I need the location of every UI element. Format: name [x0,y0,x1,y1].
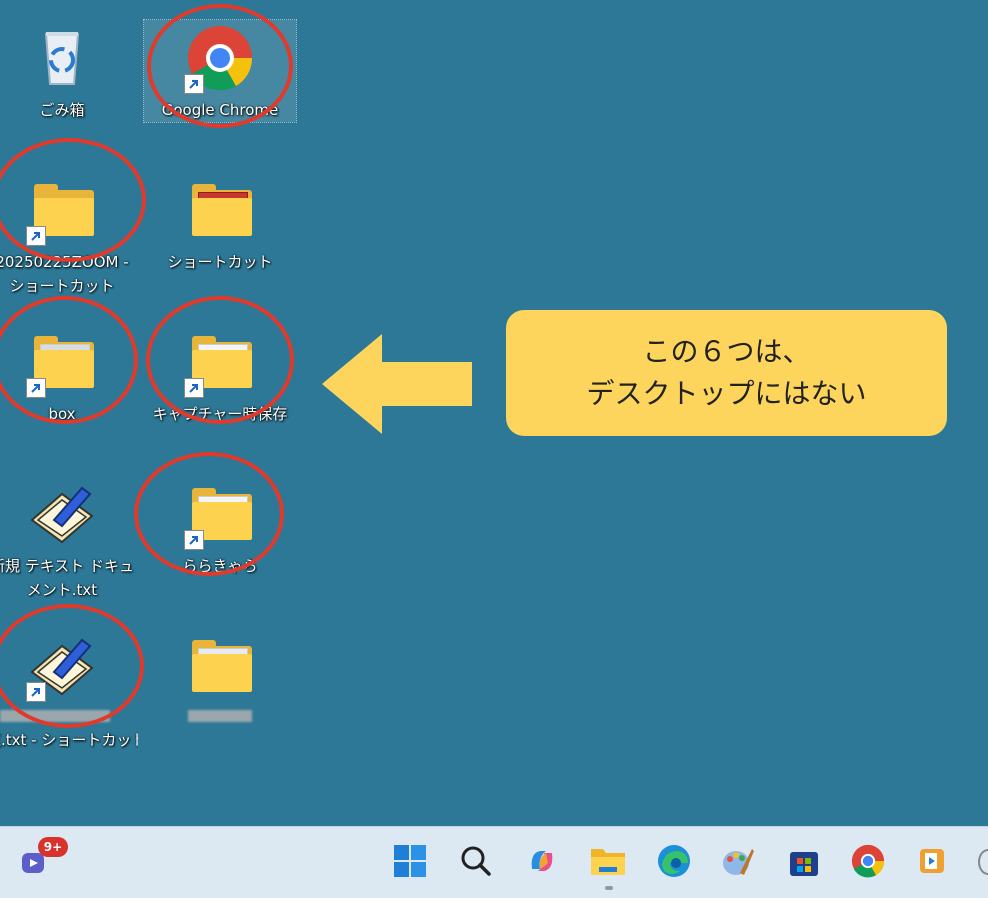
desktop-icon-new-text-document[interactable]: 新規 テキスト ドキュメント.txt [0,476,138,602]
edge-icon[interactable] [654,841,694,881]
desktop-icon-shortcut-folder[interactable]: ショートカット [144,172,296,274]
arrow-left-icon [322,334,472,434]
callout-line-2: デスクトップにはない [586,377,867,410]
highlight-ring [147,4,293,128]
blurred-label [144,704,296,728]
icon-label: ごみ箱 [39,101,85,119]
folder-icon [182,628,258,704]
notification-badge: 9+ [38,837,68,857]
icon-label: ショートカット [167,253,273,271]
media-icon[interactable] [912,841,952,881]
icon-label: 覧.txt - ショートカット [0,731,138,749]
recycle-bin-icon [24,20,100,96]
file-explorer-icon[interactable] [588,841,628,881]
callout-line-1: この６つは、 [642,335,811,368]
chrome-taskbar-icon[interactable] [848,841,888,881]
start-icon[interactable] [390,841,430,881]
overflow-icon[interactable] [978,849,988,875]
paint-icon[interactable] [718,841,758,881]
desktop-icon-blurred-folder[interactable] [144,628,296,728]
highlight-ring [146,296,294,424]
desktop-icon-recycle-bin[interactable]: ごみ箱 [0,20,138,122]
callout-box: この６つは、 デスクトップにはない [506,310,947,436]
desktop: ごみ箱 Google Chrome 20250225ZOOM - ショートカット [0,0,988,826]
folder-icon [182,172,258,248]
taskbar: 9+ [0,826,988,898]
store-icon[interactable] [784,841,824,881]
text-document-icon [24,476,100,552]
search-icon[interactable] [456,841,496,881]
icon-label: 新規 テキスト ドキュメント.txt [0,557,135,599]
active-indicator [605,886,613,890]
highlight-ring [134,452,284,576]
copilot-icon[interactable] [522,841,562,881]
